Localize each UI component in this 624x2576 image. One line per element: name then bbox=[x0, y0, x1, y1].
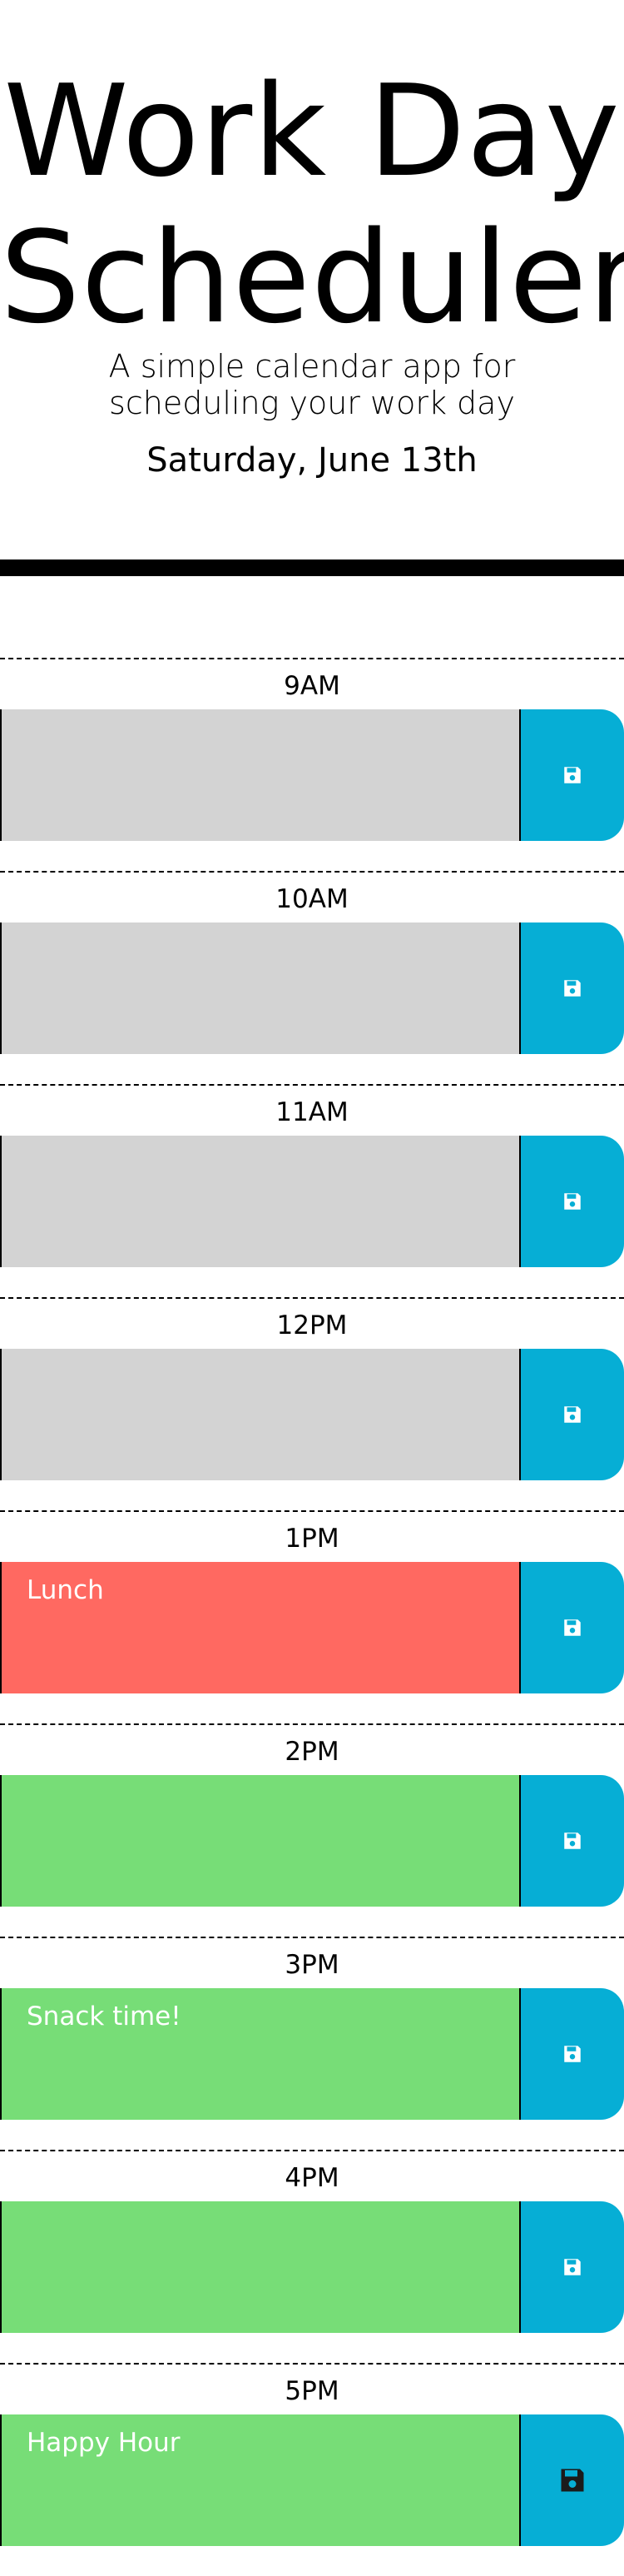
floppy-disk-icon bbox=[564, 767, 581, 783]
time-block-row: 12PM bbox=[0, 1297, 624, 1510]
floppy-disk-icon bbox=[564, 1406, 581, 1423]
floppy-disk-icon bbox=[564, 2259, 581, 2275]
floppy-disk-icon bbox=[564, 1193, 581, 1210]
event-description-input[interactable] bbox=[0, 1349, 519, 1480]
time-block-row: 9AM bbox=[0, 658, 624, 871]
event-description-input[interactable] bbox=[0, 1775, 519, 1907]
floppy-disk-icon bbox=[564, 980, 581, 997]
save-button[interactable] bbox=[519, 1775, 624, 1907]
event-description-input[interactable]: Snack time! bbox=[0, 1988, 519, 2120]
app-title: Work Day Scheduler bbox=[0, 58, 624, 351]
time-block-row: 10AM bbox=[0, 871, 624, 1084]
save-button[interactable] bbox=[519, 1136, 624, 1267]
app-subtitle: A simple calendar app for scheduling your… bbox=[0, 348, 624, 421]
time-block-row: 4PM bbox=[0, 2150, 624, 2363]
hour-label: 9AM bbox=[284, 671, 340, 701]
app-subtitle-line1: A simple calendar app for bbox=[108, 348, 516, 385]
jumbotron-header: Work Day Scheduler A simple calendar app … bbox=[0, 0, 624, 550]
hour-label: 10AM bbox=[275, 884, 349, 914]
hour-label: 3PM bbox=[285, 1950, 339, 1980]
app-subtitle-line2: scheduling your work day bbox=[109, 385, 515, 421]
app-title-line2: Scheduler bbox=[0, 204, 624, 351]
current-day: Saturday, June 13th bbox=[146, 441, 478, 480]
floppy-disk-icon bbox=[564, 1833, 581, 1849]
hour-label: 1PM bbox=[285, 1524, 339, 1554]
event-description-input[interactable] bbox=[0, 2201, 519, 2333]
time-block-row: 3PM Snack time! bbox=[0, 1937, 624, 2150]
schedule-container: 9AM 10AM 11AM 12PM 1PM Lunch 2PM 3PM Snack time!… bbox=[0, 658, 624, 2576]
hour-label: 4PM bbox=[285, 2163, 339, 2193]
floppy-disk-icon bbox=[561, 2469, 584, 2492]
hour-label: 5PM bbox=[285, 2376, 339, 2406]
event-description-input[interactable]: Happy Hour bbox=[0, 2414, 519, 2546]
save-button[interactable] bbox=[519, 1349, 624, 1480]
app-title-line1: Work Day bbox=[3, 57, 621, 205]
save-button[interactable] bbox=[519, 2414, 624, 2546]
floppy-disk-icon bbox=[564, 1619, 581, 1636]
event-description-input[interactable]: Lunch bbox=[0, 1562, 519, 1693]
time-block-row: 1PM Lunch bbox=[0, 1510, 624, 1723]
save-button[interactable] bbox=[519, 1562, 624, 1693]
event-description-input[interactable] bbox=[0, 1136, 519, 1267]
time-block-row: 11AM bbox=[0, 1084, 624, 1297]
header-divider bbox=[0, 559, 624, 576]
hour-label: 2PM bbox=[285, 1737, 339, 1767]
time-block-row: 5PM Happy Hour bbox=[0, 2363, 624, 2576]
save-button[interactable] bbox=[519, 2201, 624, 2333]
hour-label: 12PM bbox=[276, 1310, 348, 1340]
event-description-input[interactable] bbox=[0, 709, 519, 841]
save-button[interactable] bbox=[519, 1988, 624, 2120]
hour-label: 11AM bbox=[275, 1097, 349, 1127]
time-block-row: 2PM bbox=[0, 1723, 624, 1937]
floppy-disk-icon bbox=[564, 2046, 581, 2062]
event-description-input[interactable] bbox=[0, 922, 519, 1054]
save-button[interactable] bbox=[519, 709, 624, 841]
save-button[interactable] bbox=[519, 922, 624, 1054]
